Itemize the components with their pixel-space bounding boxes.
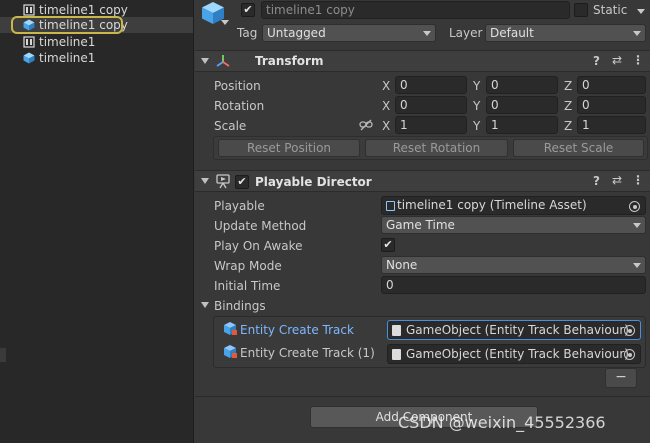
scale-label: Scale <box>214 119 247 133</box>
help-icon[interactable]: ? <box>593 174 600 188</box>
binding-track-label[interactable]: Entity Create Track (1) <box>240 346 375 360</box>
scale-x-axis-label[interactable]: X <box>382 119 390 133</box>
scale-z-field[interactable]: 1 <box>577 116 646 134</box>
hierarchy-item-label: timeline1 <box>39 35 96 49</box>
timeline-icon <box>23 36 35 48</box>
position-x-field[interactable]: 0 <box>395 76 467 94</box>
rotation-z-field[interactable]: 0 <box>577 96 646 114</box>
binding-object-field[interactable]: GameObject (Entity Track Behaviour) <box>387 320 641 340</box>
initial-time-label: Initial Time <box>214 279 281 293</box>
chevron-down-icon <box>423 31 431 36</box>
tag-value: Untagged <box>267 26 326 40</box>
object-picker-icon[interactable] <box>629 201 640 212</box>
rotation-x-axis-label[interactable]: X <box>382 99 390 113</box>
cube-icon <box>23 52 35 64</box>
binding-object-field[interactable]: GameObject (Entity Track Behaviour) <box>387 344 641 364</box>
binding-object-value: GameObject (Entity Track Behaviour) <box>406 347 629 361</box>
entity-track-icon <box>224 322 237 335</box>
bindings-foldout-icon[interactable] <box>201 302 209 308</box>
timeline-icon <box>23 4 35 16</box>
entity-track-icon <box>224 345 237 358</box>
help-icon[interactable]: ? <box>593 54 600 68</box>
playable-director-enabled-checkbox[interactable]: ✔ <box>235 175 249 189</box>
layer-value: Default <box>490 26 534 40</box>
position-z-axis-label[interactable]: Z <box>564 79 572 93</box>
icon-dropdown-arrow-icon[interactable] <box>221 20 229 25</box>
wrap-mode-dropdown[interactable]: None <box>381 256 646 274</box>
binding-object-value: GameObject (Entity Track Behaviour) <box>406 323 629 337</box>
hierarchy-item-label: timeline1 <box>39 51 96 65</box>
remove-binding-button[interactable]: − <box>605 368 637 388</box>
position-y-field[interactable]: 0 <box>486 76 558 94</box>
chevron-down-icon <box>633 263 641 268</box>
selection-highlight-ring <box>11 16 123 34</box>
tag-dropdown[interactable]: Untagged <box>262 24 436 42</box>
static-checkbox[interactable] <box>574 3 588 17</box>
scale-x-field[interactable]: 1 <box>395 116 467 134</box>
hierarchy-item[interactable]: timeline1 <box>0 34 193 50</box>
timeline-asset-icon <box>386 201 395 211</box>
layer-label: Layer <box>449 26 483 40</box>
script-document-icon <box>392 325 401 336</box>
static-dropdown-icon[interactable] <box>637 9 645 14</box>
update-method-value: Game Time <box>386 218 455 232</box>
hierarchy-item[interactable]: timeline1 <box>0 50 193 66</box>
reset-rotation-button[interactable]: Reset Rotation <box>365 139 508 157</box>
reset-scale-button[interactable]: Reset Scale <box>513 139 644 157</box>
object-picker-icon[interactable] <box>624 349 635 360</box>
reset-position-button[interactable]: Reset Position <box>218 139 360 157</box>
watermark: CSDN @weixin_45552366 <box>398 413 606 432</box>
position-x-axis-label[interactable]: X <box>382 79 390 93</box>
static-label: Static <box>593 3 628 17</box>
playable-value: timeline1 copy (Timeline Asset) <box>397 198 587 212</box>
chevron-down-icon <box>633 223 641 228</box>
rotation-y-axis-label[interactable]: Y <box>473 99 480 113</box>
object-name-field[interactable]: timeline1 copy <box>261 1 570 19</box>
more-options-icon[interactable]: ⋮ <box>632 173 644 187</box>
play-on-awake-label: Play On Awake <box>214 239 303 253</box>
play-on-awake-checkbox[interactable]: ✔ <box>381 238 395 252</box>
update-method-label: Update Method <box>214 219 307 233</box>
binding-track-label[interactable]: Entity Create Track <box>240 323 354 337</box>
presets-icon[interactable]: ⇄ <box>612 53 622 67</box>
rotation-x-field[interactable]: 0 <box>395 96 467 114</box>
update-method-dropdown[interactable]: Game Time <box>381 216 646 234</box>
script-document-icon <box>392 349 401 360</box>
transform-title: Transform <box>255 54 324 68</box>
presets-icon[interactable]: ⇄ <box>612 173 622 187</box>
scale-z-axis-label[interactable]: Z <box>564 119 572 133</box>
bindings-label: Bindings <box>214 299 266 313</box>
active-checkbox[interactable]: ✔ <box>241 3 255 17</box>
playable-label: Playable <box>214 199 265 213</box>
foldout-arrow-icon[interactable] <box>201 58 209 64</box>
rotation-z-axis-label[interactable]: Z <box>564 99 572 113</box>
hierarchy-panel: timeline1 copy timeline1 copy timeline1 … <box>0 0 194 443</box>
playable-object-field[interactable]: timeline1 copy (Timeline Asset) <box>381 196 646 215</box>
position-y-axis-label[interactable]: Y <box>473 79 480 93</box>
playable-director-title: Playable Director <box>255 175 372 189</box>
position-z-field[interactable]: 0 <box>577 76 646 94</box>
foldout-arrow-icon[interactable] <box>201 178 209 184</box>
playable-director-icon <box>216 174 230 189</box>
constrain-proportions-link-icon[interactable] <box>359 118 373 132</box>
scale-y-axis-label[interactable]: Y <box>473 119 480 133</box>
tag-label: Tag <box>237 26 258 40</box>
scale-y-field[interactable]: 1 <box>486 116 558 134</box>
hierarchy-item-label: timeline1 copy <box>39 3 128 17</box>
position-label: Position <box>214 79 261 93</box>
wrap-mode-value: None <box>386 258 418 272</box>
divider <box>195 396 650 397</box>
initial-time-field[interactable]: 0 <box>381 276 646 294</box>
object-picker-icon[interactable] <box>624 325 635 336</box>
wrap-mode-label: Wrap Mode <box>214 259 282 273</box>
hierarchy-scroll-handle[interactable] <box>0 348 6 362</box>
layer-dropdown[interactable]: Default <box>485 24 646 42</box>
rotation-label: Rotation <box>214 99 265 113</box>
chevron-down-icon <box>633 31 641 36</box>
rotation-y-field[interactable]: 0 <box>486 96 558 114</box>
more-options-icon[interactable]: ⋮ <box>632 53 644 67</box>
transform-icon <box>216 55 230 67</box>
